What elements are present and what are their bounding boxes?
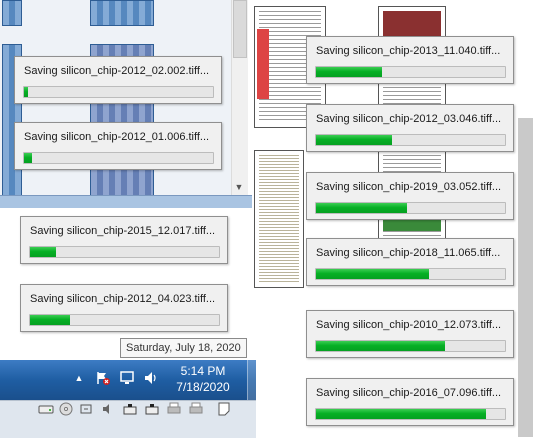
progress-fill [30, 315, 70, 325]
saving-progress-dialog: Saving silicon_chip-2012_01.006.tiff... [14, 122, 222, 170]
progress-bar [29, 246, 220, 258]
progress-fill [24, 87, 28, 97]
magazine-thumbnail[interactable] [90, 0, 154, 26]
saving-progress-dialog: Saving silicon_chip-2012_02.002.tiff... [14, 56, 222, 104]
usb-icon[interactable] [78, 402, 94, 416]
clock-time[interactable]: 5:14 PM [168, 364, 238, 378]
date-tooltip: Saturday, July 18, 2020 [120, 338, 247, 358]
action-center-flag-icon[interactable] [95, 370, 111, 386]
dialog-title: Saving silicon_chip-2013_11.040.tiff... [316, 45, 501, 57]
saving-progress-dialog: Saving silicon_chip-2013_11.040.tiff... [306, 36, 514, 84]
window-frame-border [0, 195, 256, 208]
dialog-title: Saving silicon_chip-2012_01.006.tiff... [24, 131, 210, 143]
scrollbar-track-top [518, 0, 533, 118]
scanned-page [254, 150, 304, 288]
saving-progress-dialog: Saving silicon_chip-2018_11.065.tiff... [306, 238, 514, 286]
progress-bar [315, 66, 506, 78]
saving-progress-dialog: Saving silicon_chip-2015_12.017.tiff... [20, 216, 228, 264]
progress-fill [24, 153, 32, 163]
notes-icon[interactable] [216, 402, 232, 416]
saving-progress-dialog: Saving silicon_chip-2010_12.073.tiff... [306, 310, 514, 358]
network-adapter-icon[interactable] [144, 402, 160, 416]
progress-bar [23, 86, 214, 98]
dialog-title: Saving silicon_chip-2010_12.073.tiff... [316, 319, 502, 331]
saving-progress-dialog: Saving silicon_chip-2019_03.052.tiff... [306, 172, 514, 220]
progress-fill [316, 135, 392, 145]
scroll-down-arrow-icon[interactable]: ▼ [231, 178, 247, 196]
printer-icon[interactable] [188, 402, 204, 416]
dialog-title: Saving silicon_chip-2012_02.002.tiff... [24, 65, 210, 77]
audio-icon[interactable] [100, 402, 116, 416]
dialog-title: Saving silicon_chip-2016_07.096.tiff... [316, 387, 502, 399]
dialog-title: Saving silicon_chip-2012_04.023.tiff... [30, 293, 216, 305]
dialog-title: Saving silicon_chip-2019_03.052.tiff... [316, 181, 502, 193]
progress-bar [315, 408, 506, 420]
scrollbar-thumb[interactable] [233, 0, 247, 58]
progress-bar [315, 134, 506, 146]
clock-date[interactable]: 7/18/2020 [168, 380, 238, 394]
hard-disk-icon[interactable] [38, 402, 54, 416]
network-adapter-icon[interactable] [122, 402, 138, 416]
progress-bar [315, 268, 506, 280]
progress-fill [316, 409, 487, 419]
dialog-title: Saving silicon_chip-2015_12.017.tiff... [30, 225, 216, 237]
progress-fill [316, 269, 430, 279]
optical-drive-icon[interactable] [58, 402, 74, 416]
progress-fill [30, 247, 57, 257]
progress-fill [316, 341, 445, 351]
saving-progress-dialog: Saving silicon_chip-2016_07.096.tiff... [306, 378, 514, 426]
saving-progress-dialog: Saving silicon_chip-2012_03.046.tiff... [306, 104, 514, 152]
volume-icon[interactable] [143, 370, 159, 386]
progress-bar [29, 314, 220, 326]
show-desktop-button[interactable] [247, 360, 257, 400]
scrollbar-track[interactable] [518, 118, 533, 437]
progress-bar [315, 340, 506, 352]
magazine-thumbnail[interactable] [2, 0, 22, 26]
progress-bar [315, 202, 506, 214]
dialog-title: Saving silicon_chip-2012_03.046.tiff... [316, 113, 502, 125]
saving-progress-dialog: Saving silicon_chip-2012_04.023.tiff... [20, 284, 228, 332]
progress-fill [316, 203, 407, 213]
printer-icon[interactable] [166, 402, 182, 416]
network-icon[interactable] [119, 370, 135, 386]
dialog-title: Saving silicon_chip-2018_11.065.tiff... [316, 247, 501, 259]
show-hidden-icons-arrow[interactable]: ▲ [73, 372, 85, 384]
progress-bar [23, 152, 214, 164]
progress-fill [316, 67, 383, 77]
